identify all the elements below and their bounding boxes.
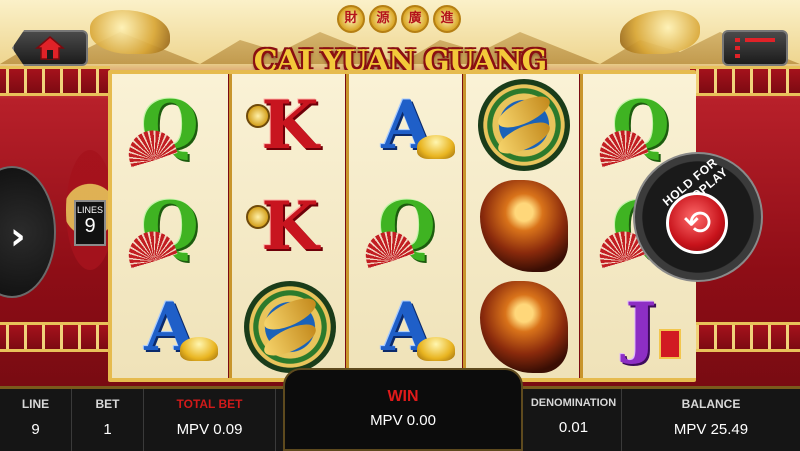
logo-coins: 財 源 廣 進 [304, 4, 494, 34]
coin-icon [246, 205, 270, 229]
symbol-q: Q [349, 175, 465, 276]
phoenix-symbol [466, 175, 582, 276]
bet-value: 1 [103, 421, 112, 438]
lines-badge: LINES 9 [74, 200, 106, 246]
win-panel: WIN MPV 0.00 [283, 368, 523, 451]
ingot-icon [417, 337, 455, 361]
reel-frame: QQAKKAQAQQJ [108, 70, 696, 382]
autoplay-spin-button[interactable]: HOLD FOR AUTOPLAY ⟲ [633, 152, 763, 282]
koi-fish-icon [244, 280, 336, 373]
phoenix-symbol [466, 276, 582, 377]
logo-coin-char: 源 [369, 5, 397, 33]
reel-3: AQA [346, 74, 462, 378]
menu-button[interactable] [722, 30, 788, 66]
phoenix-icon [480, 280, 568, 373]
spin-button[interactable]: ⟲ [666, 192, 728, 254]
koi-fish-icon [478, 78, 570, 171]
home-button[interactable] [12, 30, 88, 66]
side-panel-toggle[interactable]: › [0, 166, 56, 298]
total-bet-value: MPV 0.09 [176, 421, 243, 438]
dragon-left-decoration [90, 10, 170, 54]
fish-medal-symbol [466, 74, 582, 175]
lines-badge-value: 9 [84, 215, 96, 237]
symbol-a: A [349, 74, 465, 175]
total-bet-cell: TOTAL BET MPV 0.09 [144, 389, 276, 451]
symbol-letter: J [625, 287, 657, 366]
total-bet-label: TOTAL BET [176, 397, 243, 411]
chevron-right-icon: › [10, 214, 26, 258]
denomination-label: DENOMINATION [530, 397, 617, 409]
symbol-letter: K [261, 186, 319, 265]
lines-badge-label: LINES [76, 205, 103, 215]
coin-icon [246, 104, 270, 128]
slot-game-stage: 財 源 廣 進 CAI YUAN GUANG JIN QQAKKAQAQQJ ›… [0, 0, 800, 451]
fretwork-band [690, 66, 800, 96]
ingot-icon [417, 135, 455, 159]
line-label: LINE [21, 397, 50, 411]
menu-icon [735, 38, 775, 58]
denomination-value: 0.01 [558, 419, 589, 436]
envelope-icon [659, 329, 681, 359]
balance-cell: BALANCE MPV 25.49 [622, 389, 800, 451]
symbol-a: A [349, 276, 465, 377]
fretwork-band [0, 66, 110, 96]
reel-2: KK [229, 74, 345, 378]
win-label: WIN [387, 388, 419, 405]
win-value: MPV 0.00 [370, 412, 436, 429]
bet-label: BET [95, 397, 120, 411]
symbol-k: K [232, 175, 348, 276]
logo-coin-char: 進 [433, 5, 461, 33]
fretwork-band [0, 322, 110, 352]
dragon-right-decoration [620, 10, 700, 54]
phoenix-icon [480, 179, 568, 272]
symbol-letter: K [261, 85, 319, 164]
fretwork-band [690, 322, 800, 352]
reel-4 [463, 74, 579, 378]
ingot-icon [180, 337, 218, 361]
symbol-k: K [232, 74, 348, 175]
symbol-j: J [583, 276, 699, 377]
symbol-a: A [112, 276, 228, 377]
fish-medal-symbol [232, 276, 348, 377]
reel-1: QQA [112, 74, 228, 378]
home-icon [35, 36, 65, 60]
symbol-q: Q [112, 175, 228, 276]
balance-value: MPV 25.49 [673, 421, 749, 438]
logo-coin-char: 財 [337, 5, 365, 33]
logo-coin-char: 廣 [401, 5, 429, 33]
refresh-icon: ⟲ [682, 203, 712, 243]
balance-label: BALANCE [681, 397, 741, 411]
denomination-cell[interactable]: DENOMINATION 0.01 [526, 389, 622, 451]
symbol-q: Q [112, 74, 228, 175]
bet-cell[interactable]: BET 1 [72, 389, 144, 451]
line-value: 9 [31, 421, 40, 438]
line-cell[interactable]: LINE 9 [0, 389, 72, 451]
